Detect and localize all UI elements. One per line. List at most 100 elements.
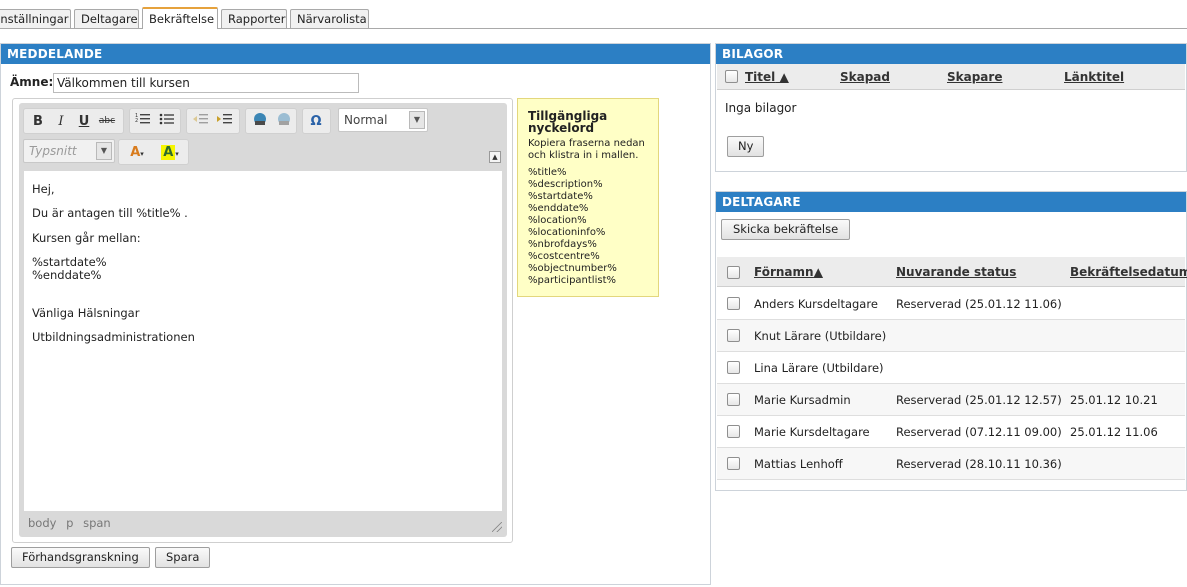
body-line: %startdate%	[32, 255, 107, 269]
keyword-item: %nbrofdays%	[528, 239, 597, 250]
font-select[interactable]: Typsnitt ▼	[23, 139, 115, 163]
keywords-box: Tillgängliga nyckelord Kopiera fraserna …	[517, 98, 659, 297]
body-line: Kursen går mellan:	[32, 231, 141, 245]
underline-icon[interactable]: U	[74, 112, 94, 131]
new-attachment-button[interactable]: Ny	[727, 136, 765, 157]
tab-bar: Inställningar Deltagare Bekräftelse Rapp…	[0, 0, 1187, 29]
special-char-group: Ω	[302, 108, 331, 134]
body-line: Hej,	[32, 182, 55, 196]
keyword-item: %costcentre%	[528, 251, 600, 262]
empty-message: Inga bilagor	[725, 101, 797, 115]
path-item[interactable]: span	[83, 516, 111, 530]
keyword-item: %description%	[528, 179, 603, 190]
omega-icon[interactable]: Ω	[306, 112, 326, 131]
confirmation-date: 25.01.12 10.21	[1070, 393, 1158, 407]
participant-name: Lina Lärare (Utbildare)	[754, 361, 884, 375]
keyword-item: %locationinfo%	[528, 227, 606, 238]
tab-narvarolista[interactable]: Närvarolista	[290, 9, 369, 29]
svg-text:2: 2	[135, 118, 138, 124]
bold-icon[interactable]: B	[28, 112, 48, 131]
column-skapare[interactable]: Skapare	[947, 70, 1002, 84]
table-row[interactable]: Mattias Lenhoff Reserverad (28.10.11 10.…	[717, 448, 1185, 480]
collapse-toolbar-icon[interactable]: ▲	[489, 151, 501, 163]
participant-name: Marie Kursadmin	[754, 393, 851, 407]
column-skapad[interactable]: Skapad	[840, 70, 890, 84]
send-confirmation-button[interactable]: Skicka bekräftelse	[721, 219, 851, 240]
keywords-hint: Kopiera fraserna nedan och klistra in i …	[528, 138, 645, 161]
body-line: Vänliga Hälsningar	[32, 306, 140, 320]
numbered-list-icon[interactable]: 12	[133, 112, 153, 131]
keyword-item: %startdate%	[528, 191, 593, 202]
column-confirmation-date[interactable]: Bekräftelsedatum	[1070, 265, 1187, 279]
participant-name: Mattias Lenhoff	[754, 457, 843, 471]
strikethrough-icon[interactable]: abc	[97, 112, 117, 131]
outdent-icon[interactable]	[191, 112, 211, 131]
body-line: Du är antagen till %title% .	[32, 206, 188, 220]
save-button[interactable]: Spara	[155, 547, 211, 568]
participant-status: Reserverad (07.12.11 09.00)	[896, 425, 1062, 439]
chevron-down-icon: ▼	[96, 142, 112, 160]
participant-status: Reserverad (25.01.12 11.06)	[896, 297, 1062, 311]
path-item[interactable]: body	[28, 516, 56, 530]
keyword-item: %title%	[528, 167, 567, 178]
confirmation-date: 25.01.12 11.06	[1070, 425, 1158, 439]
keyword-item: %objectnumber%	[528, 263, 617, 274]
participant-status: Reserverad (28.10.11 10.36)	[896, 457, 1062, 471]
column-lanktitel[interactable]: Länktitel	[1064, 70, 1124, 84]
background-color-icon[interactable]: A ▾	[156, 143, 184, 162]
table-row[interactable]: Marie Kursdeltagare Reserverad (07.12.11…	[717, 416, 1185, 448]
row-checkbox[interactable]	[727, 329, 740, 342]
keywords-title: Tillgängliga nyckelord	[528, 109, 608, 135]
keyword-item: %location%	[528, 215, 587, 226]
format-toolbar-group: B I U abc	[23, 108, 124, 134]
format-select[interactable]: Normal ▼	[338, 108, 428, 132]
participant-status: Reserverad (25.01.12 12.57)	[896, 393, 1062, 407]
preview-button[interactable]: Förhandsgranskning	[11, 547, 150, 568]
body-line: Utbildningsadministrationen	[32, 330, 195, 344]
unlink-icon[interactable]	[274, 112, 294, 131]
subject-label: Ämne:	[10, 75, 54, 89]
row-checkbox[interactable]	[727, 393, 740, 406]
editor-content[interactable]: Hej, Du är antagen till %title% . Kursen…	[24, 171, 502, 511]
chevron-down-icon: ▼	[409, 111, 425, 129]
keywords-list: %title% %description% %startdate% %endda…	[528, 167, 648, 287]
text-color-icon[interactable]: A▾	[123, 143, 151, 162]
path-item[interactable]: p	[66, 516, 73, 530]
italic-icon[interactable]: I	[51, 112, 71, 131]
tab-installningar[interactable]: Inställningar	[0, 9, 71, 29]
row-checkbox[interactable]	[727, 297, 740, 310]
keyword-item: %participantlist%	[528, 275, 616, 286]
column-titel[interactable]: Titel ▲	[745, 70, 789, 84]
column-status[interactable]: Nuvarande status	[896, 265, 1016, 279]
attachments-table-header: Titel ▲ Skapad Skapare Länktitel	[717, 64, 1185, 90]
select-all-checkbox[interactable]	[727, 266, 740, 279]
tab-deltagare[interactable]: Deltagare	[74, 9, 139, 29]
row-checkbox[interactable]	[727, 425, 740, 438]
attachments-header: Bilagor	[716, 44, 1186, 64]
attachments-panel: Bilagor Titel ▲ Skapad Skapare Länktitel…	[715, 43, 1187, 172]
table-row[interactable]: Knut Lärare (Utbildare)	[717, 320, 1185, 352]
row-checkbox[interactable]	[727, 457, 740, 470]
tab-rapporter[interactable]: Rapporter	[221, 9, 287, 29]
participants-table-header: Förnamn▲ Nuvarande status Bekräftelsedat…	[717, 257, 1187, 287]
body-line: %enddate%	[32, 268, 102, 282]
table-row[interactable]: Marie Kursadmin Reserverad (25.01.12 12.…	[717, 384, 1185, 416]
bullet-list-icon[interactable]	[157, 112, 177, 131]
list-toolbar-group: 12	[129, 108, 181, 134]
tab-bekraftelse[interactable]: Bekräftelse	[142, 7, 218, 29]
link-icon[interactable]	[250, 112, 270, 131]
participant-name: Anders Kursdeltagare	[754, 297, 878, 311]
participant-name: Marie Kursdeltagare	[754, 425, 870, 439]
row-checkbox[interactable]	[727, 361, 740, 374]
font-select-placeholder: Typsnitt	[29, 144, 77, 158]
column-fornamn[interactable]: Förnamn▲	[754, 265, 823, 279]
indent-icon[interactable]	[215, 112, 235, 131]
table-row[interactable]: Lina Lärare (Utbildare)	[717, 352, 1185, 384]
keyword-item: %enddate%	[528, 203, 589, 214]
table-row[interactable]: Anders Kursdeltagare Reserverad (25.01.1…	[717, 288, 1185, 320]
select-all-checkbox[interactable]	[725, 70, 738, 83]
message-header: Meddelande	[1, 44, 710, 64]
subject-input[interactable]	[53, 73, 359, 93]
link-toolbar-group	[245, 108, 297, 134]
resize-handle-icon[interactable]	[492, 522, 502, 532]
